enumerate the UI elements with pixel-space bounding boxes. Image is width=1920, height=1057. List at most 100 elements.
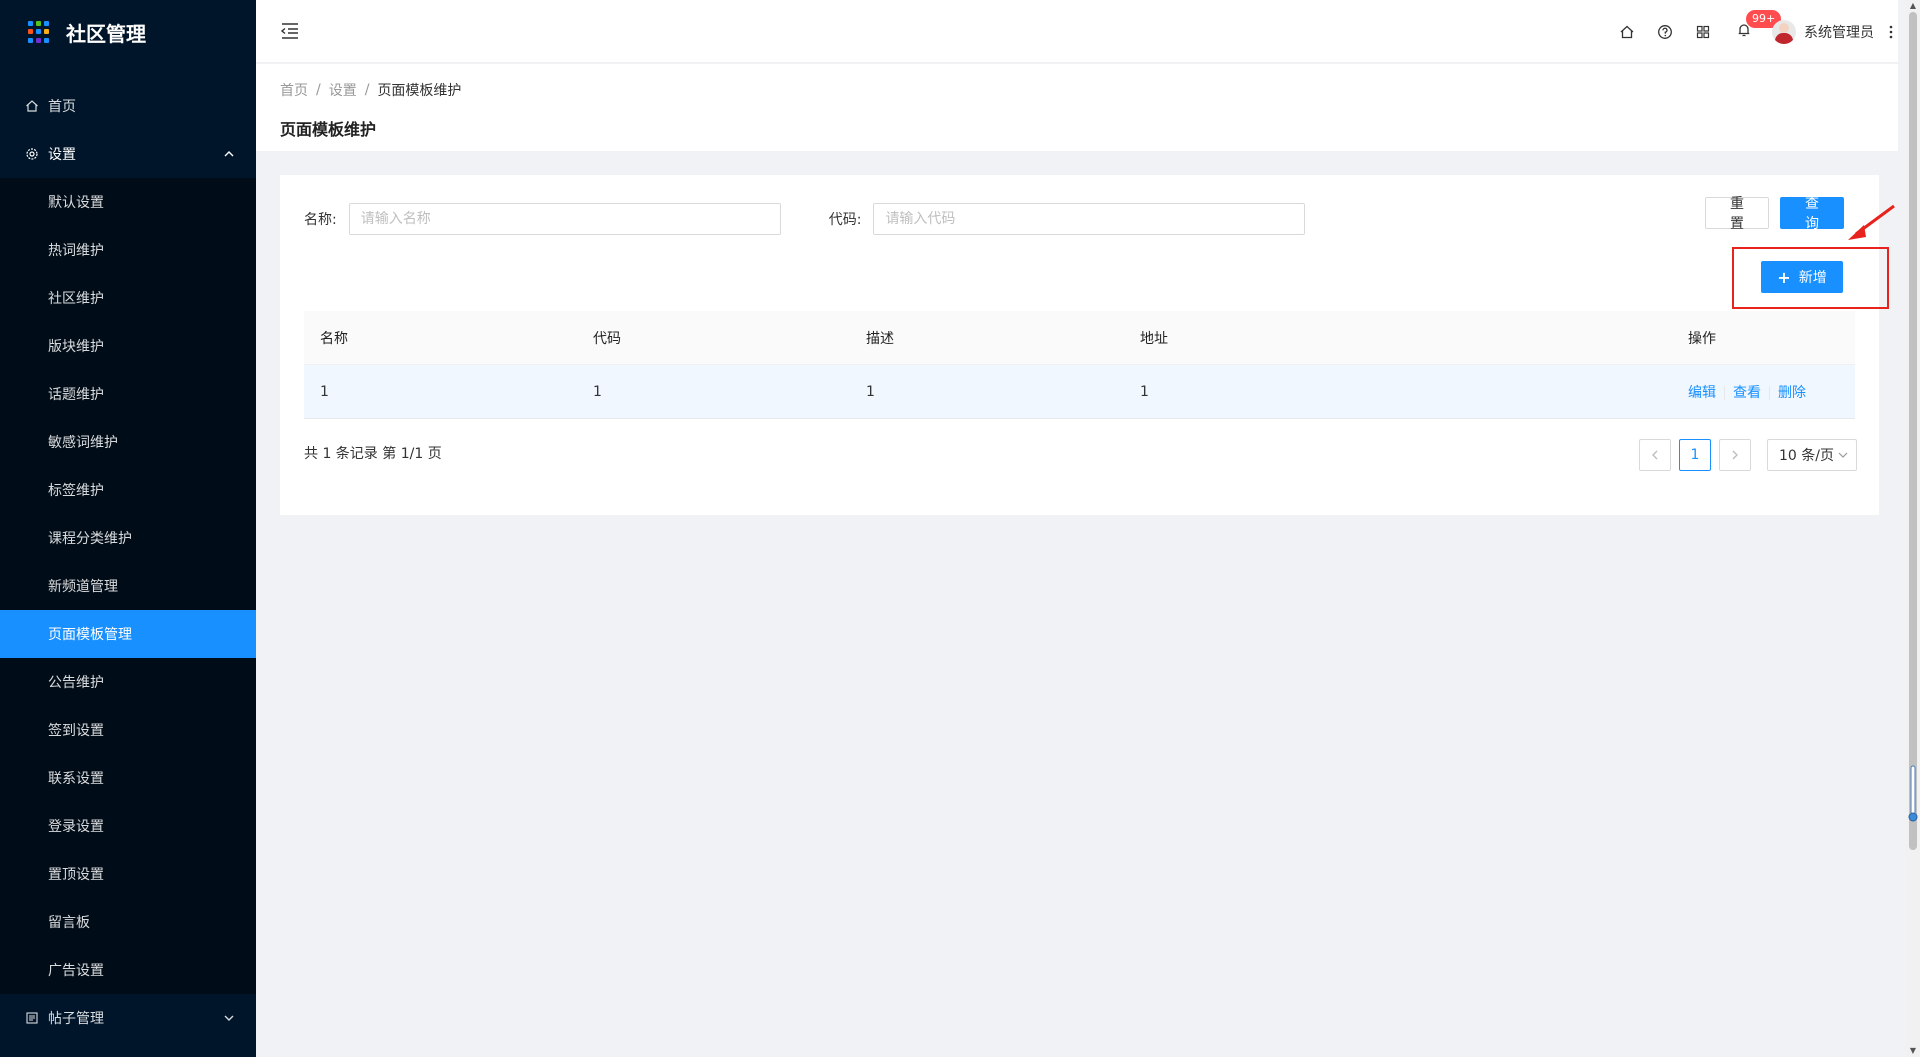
- avatar: [1772, 19, 1796, 44]
- menu-fold-icon[interactable]: [280, 22, 300, 40]
- sidebar-subitem[interactable]: 新频道管理: [0, 562, 256, 610]
- action-divider: [1769, 385, 1770, 400]
- home-icon[interactable]: [1608, 0, 1646, 63]
- logo-dot: [36, 37, 41, 43]
- breadcrumb-separator: /: [316, 82, 321, 98]
- sidebar-subitem[interactable]: 登录设置: [0, 802, 256, 850]
- pagination-summary: 共 1 条记录 第 1/1 页: [304, 446, 442, 462]
- column-header-code: 代码: [593, 330, 621, 347]
- sidebar-subitem[interactable]: 版块维护: [0, 322, 256, 370]
- prev-page-button[interactable]: [1639, 439, 1671, 471]
- scroll-up-arrow[interactable]: ▲: [1909, 2, 1917, 10]
- sidebar-subitem[interactable]: 联系设置: [0, 754, 256, 802]
- breadcrumb-home[interactable]: 首页: [280, 80, 308, 100]
- sidebar-menu: 首页 设置 默认设置 热词维护 社区维护 版块维护 话题维护 敏感词维护 标签维护 课程分类维…: [0, 64, 256, 1042]
- cell-name: 1: [320, 383, 329, 400]
- page-scrollbar[interactable]: ▲ ▼: [1906, 0, 1920, 1057]
- apps-icon[interactable]: [1684, 0, 1722, 63]
- chevron-down-icon: [224, 994, 234, 1042]
- sidebar-item-label: 首页: [48, 99, 76, 115]
- logo-dot: [36, 21, 41, 26]
- sidebar-subitem[interactable]: 页面模板管理: [0, 610, 256, 658]
- logo-dot: [36, 29, 41, 35]
- cell-address: 1: [1140, 383, 1149, 400]
- add-button-label: 新增: [1798, 270, 1827, 286]
- settings-submenu: 默认设置 热词维护 社区维护 版块维护 话题维护 敏感词维护 标签维护 课程分类维护 新频道管理…: [0, 178, 256, 994]
- column-header-name: 名称: [320, 330, 348, 347]
- sidebar-subitem[interactable]: 热词维护: [0, 226, 256, 274]
- pagination: 1 10 条/页: [1639, 439, 1857, 471]
- name-field-label: 名称:: [304, 212, 337, 228]
- top-header: 99+ 系统管理员: [256, 0, 1898, 63]
- chevron-up-icon: [224, 130, 234, 178]
- header-actions: 99+ 系统管理员: [1608, 0, 1898, 63]
- scroll-down-arrow[interactable]: ▼: [1909, 1047, 1917, 1055]
- help-icon[interactable]: [1646, 0, 1684, 63]
- logo-dot: [28, 37, 33, 43]
- column-header-address: 地址: [1140, 330, 1168, 347]
- sidebar-subitem[interactable]: 社区维护: [0, 274, 256, 322]
- logo[interactable]: 社区管理: [0, 0, 256, 64]
- edit-link[interactable]: 编辑: [1688, 385, 1716, 401]
- breadcrumb: 首页 / 设置 / 页面模板维护: [280, 80, 1874, 100]
- sidebar-subitem[interactable]: 置顶设置: [0, 850, 256, 898]
- chevron-right-icon: [1732, 450, 1738, 460]
- page-number-button[interactable]: 1: [1679, 439, 1711, 471]
- app-grid-icon: [28, 21, 50, 43]
- logo-dot: [44, 37, 49, 43]
- delete-link[interactable]: 删除: [1778, 385, 1806, 401]
- chevron-down-icon: [1838, 452, 1848, 458]
- page-size-value: 10 条/页: [1779, 448, 1834, 464]
- sidebar-subitem[interactable]: 话题维护: [0, 370, 256, 418]
- action-divider: [1724, 385, 1725, 400]
- sidebar: 社区管理 首页 设置 默认设置 热词维护 社区维护 版块维护 话题维护 敏感词维护 标签维护…: [0, 0, 256, 1057]
- page-header: 首页 / 设置 / 页面模板维护 页面模板维护: [256, 64, 1898, 151]
- logo-dot: [44, 21, 49, 26]
- sidebar-item-home[interactable]: 首页: [0, 82, 256, 130]
- sidebar-subitem[interactable]: 广告设置: [0, 946, 256, 994]
- breadcrumb-settings[interactable]: 设置: [329, 80, 357, 100]
- cell-code: 1: [593, 383, 602, 400]
- logo-dot: [28, 21, 33, 26]
- sidebar-subitem[interactable]: 敏感词维护: [0, 418, 256, 466]
- user-menu[interactable]: 系统管理员: [1766, 0, 1884, 63]
- query-button[interactable]: 查 询: [1780, 196, 1844, 232]
- scroll-indicator-icon: [1908, 765, 1918, 822]
- add-button[interactable]: + 新增: [1761, 261, 1843, 293]
- sidebar-subitem[interactable]: 公告维护: [0, 658, 256, 706]
- column-header-description: 描述: [866, 330, 894, 347]
- next-page-button[interactable]: [1719, 439, 1751, 471]
- sidebar-subitem[interactable]: 留言板: [0, 898, 256, 946]
- cell-actions: 编辑 查看 删除: [1672, 382, 1855, 402]
- search-form: 名称: 代码:: [304, 203, 1306, 235]
- plus-icon: +: [1777, 267, 1791, 287]
- user-name: 系统管理员: [1804, 24, 1874, 41]
- reset-button[interactable]: 重 置: [1705, 196, 1769, 232]
- table-header: 名称 代码 描述 地址 操作: [304, 311, 1855, 365]
- more-vertical-icon[interactable]: [1884, 0, 1898, 63]
- data-table: 名称 代码 描述 地址 操作 1 1 1 1 编辑 查看 删除: [304, 311, 1855, 419]
- annotation-arrow: [1848, 204, 1895, 240]
- cell-description: 1: [866, 383, 875, 400]
- app-title: 社区管理: [66, 21, 146, 46]
- sidebar-subitem[interactable]: 课程分类维护: [0, 514, 256, 562]
- name-input[interactable]: [348, 203, 781, 235]
- sidebar-item-settings[interactable]: 设置: [0, 130, 256, 178]
- view-link[interactable]: 查看: [1733, 385, 1761, 401]
- table-row[interactable]: 1 1 1 1 编辑 查看 删除: [304, 365, 1855, 419]
- notification-button[interactable]: 99+: [1722, 0, 1782, 63]
- code-input[interactable]: [873, 203, 1306, 235]
- sidebar-item-posts[interactable]: 帖子管理: [0, 994, 256, 1042]
- sidebar-subitem[interactable]: 默认设置: [0, 178, 256, 226]
- scrollbar-thumb[interactable]: [1909, 12, 1917, 850]
- sidebar-item-label: 帖子管理: [48, 1011, 104, 1027]
- sidebar-subitem[interactable]: 标签维护: [0, 466, 256, 514]
- content-card: 名称: 代码: 重 置 查 询 + 新增 名称 代码 描述 地址 操作 1 1 …: [280, 175, 1889, 515]
- sidebar-subitem[interactable]: 签到设置: [0, 706, 256, 754]
- column-header-actions: 操作: [1688, 330, 1716, 347]
- code-field-label: 代码:: [828, 212, 862, 228]
- logo-dot: [44, 29, 49, 35]
- page-size-select[interactable]: 10 条/页: [1767, 439, 1857, 471]
- sidebar-item-label: 设置: [48, 147, 76, 163]
- breadcrumb-current: 页面模板维护: [377, 83, 462, 99]
